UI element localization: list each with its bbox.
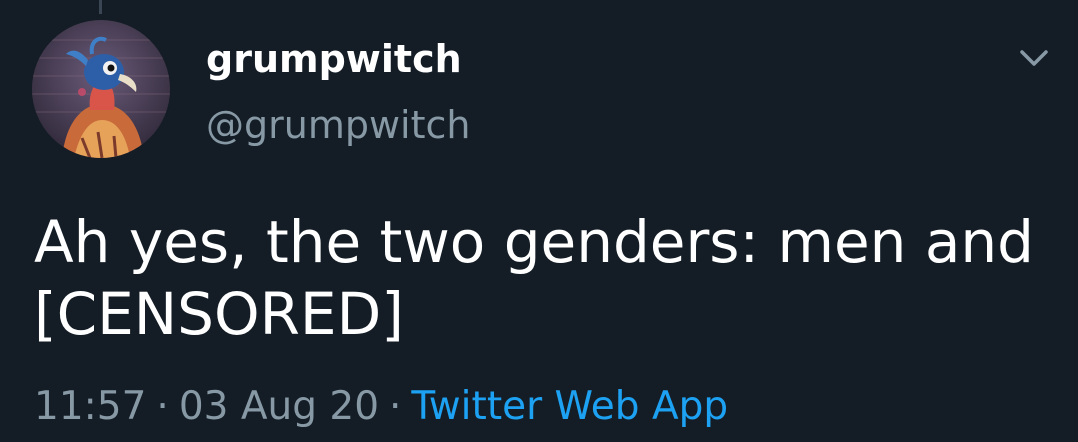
avatar[interactable] xyxy=(32,20,170,158)
chevron-down-icon[interactable] xyxy=(1014,42,1054,74)
tweet-text-line: [CENSORED] xyxy=(34,280,404,348)
tweet-meta: 11:57 · 03 Aug 20 · Twitter Web App xyxy=(34,384,728,430)
tweet-source-link[interactable]: Twitter Web App xyxy=(411,384,728,429)
tweet-card: grumpwitch @grumpwitch Ah yes, the two g… xyxy=(0,0,1078,442)
user-handle[interactable]: @grumpwitch xyxy=(206,102,470,148)
tweet-time: 11:57 xyxy=(34,384,147,429)
meta-separator: · xyxy=(389,384,402,429)
meta-separator: · xyxy=(156,384,169,429)
tweet-text: Ah yes, the two genders: men and [CENSOR… xyxy=(34,206,1044,350)
display-name[interactable]: grumpwitch xyxy=(206,36,462,82)
tweet-date: 03 Aug 20 xyxy=(178,384,380,429)
tweet-text-line: Ah yes, the two genders: men and xyxy=(34,208,1034,276)
